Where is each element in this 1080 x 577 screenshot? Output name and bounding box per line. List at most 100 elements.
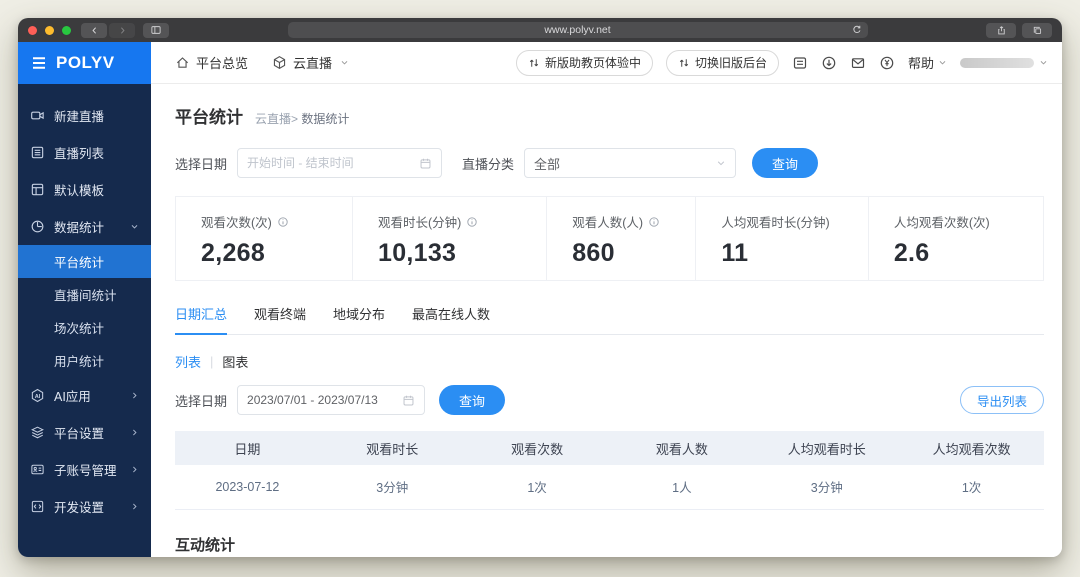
stat-value: 2.6: [893, 239, 930, 267]
date-filter-label: 选择日期: [175, 156, 228, 172]
chevron-down-icon: [716, 158, 726, 168]
switch-old-console-pill-button[interactable]: 切换旧版后台: [665, 49, 779, 76]
sidebar-subitem-user-statistics[interactable]: 用户统计: [18, 344, 151, 377]
minimize-window-button[interactable]: [45, 25, 54, 35]
tab-region-distribution[interactable]: 地域分布: [333, 304, 385, 334]
account-menu[interactable]: [960, 57, 1048, 68]
export-list-button[interactable]: 导出列表: [959, 386, 1044, 414]
stat-label: 观看时长(分钟): [378, 216, 462, 230]
traffic-lights: [28, 25, 71, 35]
browser-titlebar: www.polyv.net: [18, 18, 1062, 42]
tabs-icon: [1033, 26, 1041, 34]
sidebar-subitem-session-statistics[interactable]: 场次统计: [18, 311, 151, 344]
app-header: POLYV 平台总览 云直播 新版助教页体验中 切换旧版后台 帮助: [18, 42, 1062, 84]
billing-button[interactable]: [879, 55, 895, 71]
chevron-right-icon: [120, 26, 125, 34]
refresh-button[interactable]: [851, 24, 862, 35]
template-icon: [30, 182, 45, 197]
page-title: 平台统计: [175, 108, 243, 127]
sidebar-subitem-platform-statistics[interactable]: 平台统计: [18, 245, 151, 278]
category-select-value: 全部: [534, 156, 561, 172]
chevron-down-icon: [130, 222, 139, 231]
home-icon: [176, 57, 189, 68]
sidebar-item-live-list[interactable]: 直播列表: [18, 134, 151, 171]
tab-peak-online[interactable]: 最高在线人数: [412, 304, 490, 334]
info-icon[interactable]: [648, 216, 660, 228]
sidebar-item-ai-apps[interactable]: AI AI应用: [18, 377, 151, 414]
tab-overview-button[interactable]: [1022, 22, 1052, 38]
breadcrumb-product: 云直播: [255, 112, 292, 126]
stat-view-count: 观看次数(次) 2,268: [176, 197, 352, 280]
nav-cloud-live-label: 云直播: [293, 56, 333, 71]
stat-label: 人均观看次数(次): [893, 216, 990, 230]
screenshot-stage: www.polyv.net POLYV 平台总览 云直播 新版助教页体验中 切换…: [0, 0, 1080, 577]
info-icon[interactable]: [466, 216, 478, 228]
stat-value: 11: [721, 239, 749, 267]
sidebar-item-new-live[interactable]: 新建直播: [18, 97, 151, 134]
browser-action-buttons: [986, 22, 1052, 38]
close-window-button[interactable]: [28, 25, 37, 35]
info-icon[interactable]: [277, 216, 289, 228]
sidebar-item-default-template[interactable]: 默认模板: [18, 171, 151, 208]
logo-block[interactable]: POLYV: [18, 42, 151, 84]
table-header-row: 日期 观看时长 观看次数 观看人数 人均观看时长 人均观看次数: [175, 431, 1044, 465]
ai-hexagon-icon: AI: [30, 388, 45, 403]
sidebar-item-label: 默认模板: [54, 184, 105, 198]
nav-cloud-live[interactable]: 云直播: [272, 53, 349, 72]
cell-view-duration: 3分钟: [319, 465, 465, 510]
header-right: 新版助教页体验中 切换旧版后台 帮助: [515, 49, 1048, 76]
download-button[interactable]: [821, 55, 837, 71]
date-query-input[interactable]: [247, 393, 403, 407]
nav-overview-label: 平台总览: [196, 56, 249, 71]
chevron-down-icon: [939, 61, 946, 65]
share-icon: [997, 25, 1005, 34]
view-toggle-chart[interactable]: 图表: [222, 352, 248, 371]
mail-icon: [851, 57, 865, 68]
col-date: 日期: [175, 431, 320, 465]
browser-window: www.polyv.net POLYV 平台总览 云直播 新版助教页体验中 切换…: [18, 18, 1062, 557]
browser-nav-buttons: [81, 22, 135, 38]
tab-date-summary[interactable]: 日期汇总: [175, 304, 228, 335]
zoom-window-button[interactable]: [62, 25, 71, 35]
header-main: 平台总览 云直播 新版助教页体验中 切换旧版后台 帮助: [151, 42, 1062, 84]
sidebar-item-data-statistics[interactable]: 数据统计: [18, 208, 151, 245]
table-query-row: 选择日期 查询 导出列表: [175, 385, 1044, 415]
share-button[interactable]: [986, 22, 1016, 38]
category-select[interactable]: 全部: [524, 148, 737, 178]
logo-text: POLYV: [56, 53, 115, 72]
date-query-label: 选择日期: [175, 393, 228, 409]
col-viewer-count: 观看人数: [609, 431, 755, 465]
forward-button[interactable]: [109, 22, 135, 38]
nav-platform-overview[interactable]: 平台总览: [175, 53, 248, 72]
view-toggle-list[interactable]: 列表: [175, 352, 201, 371]
sidebar-item-platform-settings[interactable]: 平台设置: [18, 414, 151, 451]
table-row[interactable]: 2023-07-12 3分钟 1次 1人 3分钟 1次: [175, 465, 1044, 510]
interaction-statistics-title: 互动统计: [175, 536, 236, 554]
work-order-button[interactable]: [792, 55, 808, 71]
sidebar-subitem-room-statistics[interactable]: 直播间统计: [18, 278, 151, 311]
sidebar-item-subaccount-management[interactable]: 子账号管理: [18, 451, 151, 488]
video-camera-icon: [30, 108, 45, 123]
address-bar[interactable]: www.polyv.net: [287, 22, 868, 38]
cell-viewer-count: 1人: [609, 465, 755, 510]
query-button[interactable]: 查询: [752, 148, 819, 178]
back-button[interactable]: [81, 22, 107, 38]
chevron-right-icon: [130, 502, 139, 511]
tab-view-terminal[interactable]: 观看终端: [254, 304, 306, 334]
date-range-input[interactable]: [247, 156, 420, 170]
sidebar-item-label: AI应用: [54, 390, 91, 404]
new-assistant-pill-button[interactable]: 新版助教页体验中: [515, 49, 653, 76]
view-toggle-separator: |: [210, 354, 214, 369]
sidebar-toggle-button[interactable]: [143, 22, 169, 38]
category-filter-label: 直播分类: [462, 156, 515, 172]
help-menu[interactable]: 帮助: [908, 53, 947, 72]
table-query-button[interactable]: 查询: [439, 385, 506, 415]
sidebar-item-developer-settings[interactable]: 开发设置: [18, 488, 151, 525]
messages-button[interactable]: [850, 55, 866, 71]
menu-icon: [33, 57, 45, 69]
chevron-left-icon: [91, 26, 96, 34]
sidebar-item-label: 数据统计: [54, 221, 105, 235]
calendar-icon: [402, 394, 415, 407]
swap-icon: [529, 58, 539, 67]
tabs-row: 日期汇总 观看终端 地域分布 最高在线人数: [175, 304, 1044, 335]
